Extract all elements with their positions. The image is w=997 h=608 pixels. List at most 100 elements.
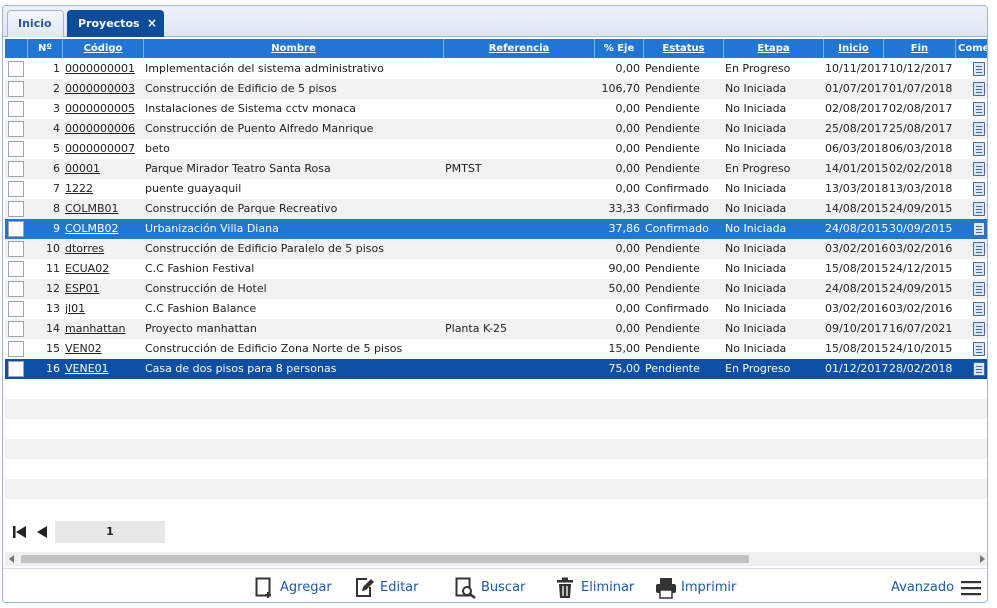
- row-checkbox[interactable]: [8, 201, 24, 217]
- table-row[interactable]: 14 manhattan Proyecto manhattan Planta K-25…: [5, 319, 987, 339]
- cell-codigo[interactable]: 0000000003: [65, 79, 145, 99]
- cell-codigo[interactable]: COLMB01: [65, 199, 145, 219]
- row-checkbox[interactable]: [8, 61, 24, 77]
- row-checkbox[interactable]: [8, 141, 24, 157]
- cell-referencia: PMTST: [445, 162, 482, 175]
- table-row[interactable]: 8 COLMB01 Construcción de Parque Recreativ…: [5, 199, 987, 219]
- table-row[interactable]: 11 ECUA02 C.C Fashion Festival 90,00 Pendien…: [5, 259, 987, 279]
- row-checkbox[interactable]: [8, 221, 24, 237]
- row-checkbox[interactable]: [8, 101, 24, 117]
- row-checkbox[interactable]: [8, 281, 24, 297]
- table-row[interactable]: 10 dtorres Construcción de Edificio Parale…: [5, 239, 987, 259]
- cell-codigo[interactable]: VENE01: [65, 359, 145, 379]
- comment-icon[interactable]: [973, 202, 985, 216]
- cell-codigo[interactable]: ESP01: [65, 279, 145, 299]
- cell-codigo[interactable]: 0000000001: [65, 59, 145, 79]
- comment-icon[interactable]: [973, 162, 985, 176]
- table-row[interactable]: 2 0000000003 Construcción de Edificio de 5…: [5, 79, 987, 99]
- cell-eje: 0,00: [615, 122, 641, 135]
- cell-codigo[interactable]: 1222: [65, 179, 145, 199]
- tab-bar: Inicio Proyectos ×: [3, 6, 987, 37]
- cell-referencia: [445, 219, 595, 239]
- table-row[interactable]: 7 1222 puente guayaquil 0,00 Confirmado No In…: [5, 179, 987, 199]
- cell-codigo[interactable]: 0000000007: [65, 139, 145, 159]
- comment-icon[interactable]: [973, 142, 985, 156]
- header-codigo[interactable]: Código: [63, 39, 144, 58]
- comment-icon[interactable]: [973, 82, 985, 96]
- comment-icon[interactable]: [973, 62, 985, 76]
- comment-icon[interactable]: [973, 362, 985, 376]
- comment-icon[interactable]: [973, 262, 985, 276]
- table-row[interactable]: 15 VEN02 Construcción de Edificio Zona Nor…: [5, 339, 987, 359]
- table-row[interactable]: 9 COLMB02 Urbanización Villa Diana 37,86 Con…: [5, 219, 987, 239]
- first-page-icon[interactable]: [13, 525, 27, 539]
- comment-icon[interactable]: [973, 302, 985, 316]
- cell-etapa: En Progreso: [725, 162, 791, 175]
- cell-codigo[interactable]: manhattan: [65, 319, 145, 339]
- cell-nombre: Urbanización Villa Diana: [145, 222, 279, 235]
- buscar-button[interactable]: Buscar: [455, 577, 527, 599]
- table-row[interactable]: 16 VENE01 Casa de dos pisos para 8 persona…: [5, 359, 987, 379]
- row-checkbox[interactable]: [8, 181, 24, 197]
- editar-button[interactable]: Editar: [355, 577, 425, 599]
- header-fin[interactable]: Fin: [884, 39, 956, 58]
- table-row[interactable]: 12 ESP01 Construcción de Hotel 50,00 Pendien…: [5, 279, 987, 299]
- imprimir-button[interactable]: Imprimir: [655, 577, 740, 599]
- row-checkbox[interactable]: [8, 241, 24, 257]
- comment-icon[interactable]: [973, 102, 985, 116]
- cell-fin: 10/12/2017: [889, 62, 953, 75]
- cell-eje: 0,00: [615, 322, 641, 335]
- cell-codigo[interactable]: VEN02: [65, 339, 145, 359]
- eliminar-button[interactable]: Eliminar: [556, 577, 636, 599]
- agregar-button[interactable]: Agregar: [255, 577, 335, 599]
- cell-codigo[interactable]: 0000000005: [65, 99, 145, 119]
- comment-icon[interactable]: [973, 282, 985, 296]
- row-checkbox[interactable]: [8, 161, 24, 177]
- header-eje[interactable]: % Eje: [595, 39, 644, 58]
- table-row[interactable]: 3 0000000005 Instalaciones de Sistema cctv…: [5, 99, 987, 119]
- row-checkbox[interactable]: [8, 301, 24, 317]
- row-checkbox[interactable]: [8, 121, 24, 137]
- table-row[interactable]: 4 0000000006 Construcción de Puento Alfred…: [5, 119, 987, 139]
- scroll-right-arrow[interactable]: [980, 555, 985, 563]
- header-inicio[interactable]: Inicio: [824, 39, 884, 58]
- horizontal-scrollbar[interactable]: [5, 552, 987, 566]
- comment-icon[interactable]: [973, 122, 985, 136]
- scroll-thumb[interactable]: [21, 555, 749, 563]
- page-number[interactable]: 1: [55, 521, 165, 543]
- comment-icon[interactable]: [973, 222, 985, 236]
- comment-icon[interactable]: [973, 182, 985, 196]
- row-checkbox[interactable]: [8, 341, 24, 357]
- row-checkbox[interactable]: [8, 321, 24, 337]
- cell-codigo[interactable]: ECUA02: [65, 259, 145, 279]
- cell-codigo[interactable]: 00001: [65, 159, 145, 179]
- row-checkbox[interactable]: [8, 261, 24, 277]
- comment-icon[interactable]: [973, 342, 985, 356]
- header-etapa[interactable]: Etapa: [724, 39, 824, 58]
- tab-proyectos[interactable]: Proyectos ×: [67, 10, 164, 37]
- table-row[interactable]: 5 0000000007 beto 0,00 Pendiente No Iniciada 0…: [5, 139, 987, 159]
- empty-row: [5, 419, 987, 439]
- header-nombre[interactable]: Nombre: [144, 39, 444, 58]
- table-row[interactable]: 1 0000000001 Implementación del sistema ad…: [5, 59, 987, 79]
- scroll-left-arrow[interactable]: [9, 555, 14, 563]
- prev-page-icon[interactable]: [35, 525, 49, 539]
- header-comentarios[interactable]: Come: [956, 39, 987, 58]
- row-checkbox[interactable]: [8, 361, 24, 377]
- tab-inicio[interactable]: Inicio: [7, 10, 64, 37]
- row-checkbox[interactable]: [8, 81, 24, 97]
- close-icon[interactable]: ×: [147, 11, 157, 36]
- table-row[interactable]: 6 00001 Parque Mirador Teatro Santa Rosa PM…: [5, 159, 987, 179]
- comment-icon[interactable]: [973, 242, 985, 256]
- avanzado-button[interactable]: Avanzado: [891, 577, 983, 599]
- comment-icon[interactable]: [973, 322, 985, 336]
- cell-eje: 75,00: [608, 362, 641, 375]
- header-referencia[interactable]: Referencia: [444, 39, 595, 58]
- cell-codigo[interactable]: jl01: [65, 299, 145, 319]
- cell-nombre: Implementación del sistema administrativ…: [145, 62, 384, 75]
- header-estatus[interactable]: Estatus: [644, 39, 724, 58]
- cell-codigo[interactable]: 0000000006: [65, 119, 145, 139]
- cell-codigo[interactable]: dtorres: [65, 239, 145, 259]
- table-row[interactable]: 13 jl01 C.C Fashion Balance 0,00 Confirmado N…: [5, 299, 987, 319]
- cell-codigo[interactable]: COLMB02: [65, 219, 145, 239]
